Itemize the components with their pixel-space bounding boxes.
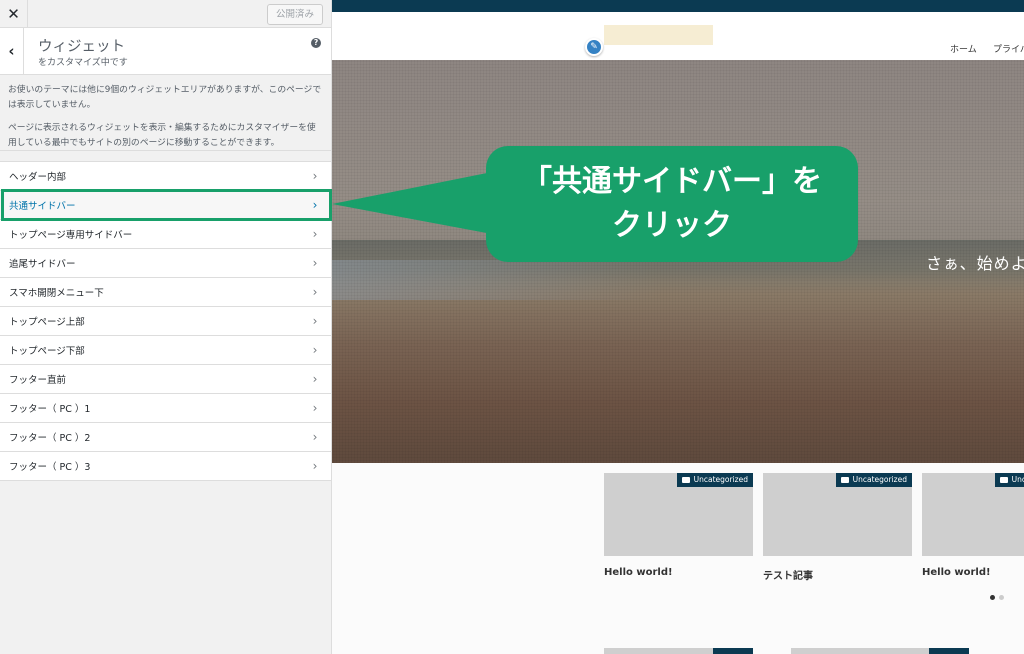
callout-pointer xyxy=(332,172,492,234)
widget-area-label: フッター（ PC ）1 xyxy=(9,404,91,415)
post-thumbnail[interactable]: Uncategorized xyxy=(922,473,1024,556)
widget-area-label: トップページ専用サイドバー xyxy=(9,230,133,241)
category-badge[interactable]: Uncategorized xyxy=(994,473,1024,487)
post-thumbnail[interactable] xyxy=(604,648,753,654)
widget-area-footer-pc-2[interactable]: フッター（ PC ）2 › xyxy=(0,423,331,452)
post-thumbnail[interactable]: Uncategorized xyxy=(604,473,753,556)
chevron-right-icon: › xyxy=(312,169,318,183)
widget-area-label: フッター（ PC ）3 xyxy=(9,462,91,473)
chevron-right-icon: › xyxy=(312,459,318,473)
folder-icon xyxy=(999,477,1008,483)
back-button[interactable]: ‹ xyxy=(0,28,24,74)
widget-area-label: トップページ上部 xyxy=(9,317,85,328)
site-header: ホーム プライバ xyxy=(332,12,1024,60)
chevron-right-icon: › xyxy=(312,227,318,241)
description-paragraph: ページに表示されるウィジェットを表示・編集するためにカスタマイザーを使用している… xyxy=(8,123,316,148)
widget-area-top-page-upper[interactable]: トップページ上部 › xyxy=(0,307,331,336)
category-badge xyxy=(713,648,753,654)
publish-button[interactable]: 公開済み xyxy=(266,4,323,25)
widget-area-label: ヘッダー内部 xyxy=(9,172,67,183)
hero-text: さぁ、始めよ xyxy=(926,254,1024,273)
chevron-right-icon: › xyxy=(312,314,318,328)
post-title[interactable]: テスト記事 xyxy=(763,567,912,582)
chevron-right-icon: › xyxy=(312,285,318,299)
post-card[interactable]: Uncategorized Hello world! xyxy=(922,473,1024,578)
widget-area-footer-pc-1[interactable]: フッター（ PC ）1 › xyxy=(0,394,331,423)
widget-area-label: トップページ下部 xyxy=(9,346,85,357)
post-title[interactable]: Hello world! xyxy=(604,567,753,578)
widget-area-label: スマホ開閉メニュー下 xyxy=(9,288,104,299)
section-title-bar: ‹ ウィジェット をカスタマイズ中です ? xyxy=(0,28,331,75)
category-badge[interactable]: Uncategorized xyxy=(835,473,912,487)
widget-area-label: 共通サイドバー xyxy=(9,201,76,212)
site-preview: ホーム プライバ ✎ さぁ、始めよ Uncategorized Hello wo… xyxy=(332,0,1024,654)
section-description: お使いのテーマには他に9個のウィジェットエリアがありますが、このページでは表示し… xyxy=(0,75,331,151)
callout-line-1: 「共通サイドバー」を xyxy=(522,164,822,199)
post-title[interactable]: Hello world! xyxy=(922,567,1024,578)
chevron-right-icon: › xyxy=(312,430,318,444)
post-thumbnail[interactable]: Uncategorized xyxy=(763,473,912,556)
section-heading: ウィジェット xyxy=(38,39,125,55)
site-logo[interactable] xyxy=(604,25,713,45)
folder-icon xyxy=(840,477,849,483)
edit-pencil-icon[interactable]: ✎ xyxy=(585,38,603,56)
site-top-bar xyxy=(332,0,1024,12)
close-customizer-button[interactable]: ✕ xyxy=(0,0,28,28)
carousel-dot[interactable] xyxy=(999,595,1004,600)
category-label: Uncategorized xyxy=(852,475,907,484)
chevron-right-icon: › xyxy=(312,256,318,270)
section-subtitle: をカスタマイズ中です xyxy=(38,58,128,68)
category-badge xyxy=(929,648,969,654)
category-label: Uncategorized xyxy=(1011,475,1024,484)
category-badge[interactable]: Uncategorized xyxy=(676,473,753,487)
widget-area-header-inner[interactable]: ヘッダー内部 › xyxy=(0,162,331,191)
panel-header: ✕ 公開済み xyxy=(0,0,331,28)
widget-area-mobile-menu-bottom[interactable]: スマホ開閉メニュー下 › xyxy=(0,278,331,307)
widget-area-top-page-sidebar[interactable]: トップページ専用サイドバー › xyxy=(0,220,331,249)
carousel-dot[interactable] xyxy=(990,595,995,600)
nav-link-privacy[interactable]: プライバ xyxy=(993,42,1024,55)
nav-link-home[interactable]: ホーム xyxy=(950,42,977,55)
widget-area-label: フッター直前 xyxy=(9,375,67,386)
widget-area-label: フッター（ PC ）2 xyxy=(9,433,91,444)
callout-line-2: クリック xyxy=(612,208,732,243)
help-icon[interactable]: ? xyxy=(311,38,321,48)
widget-area-sticky-sidebar[interactable]: 追尾サイドバー › xyxy=(0,249,331,278)
chevron-right-icon: › xyxy=(312,343,318,357)
post-card[interactable]: Uncategorized テスト記事 xyxy=(763,473,912,582)
widget-area-list: ヘッダー内部 › 共通サイドバー › トップページ専用サイドバー › 追尾サイドバー ›… xyxy=(0,161,331,481)
carousel-pagination xyxy=(990,589,1008,603)
chevron-right-icon: › xyxy=(312,372,318,386)
description-paragraph: お使いのテーマには他に9個のウィジェットエリアがありますが、このページでは表示し… xyxy=(8,85,322,110)
chevron-left-icon: ‹ xyxy=(8,42,15,60)
post-card[interactable]: Uncategorized Hello world! xyxy=(604,473,753,578)
widget-area-common-sidebar[interactable]: 共通サイドバー › xyxy=(0,191,331,220)
category-label: Uncategorized xyxy=(693,475,748,484)
folder-icon xyxy=(681,477,690,483)
widget-area-before-footer[interactable]: フッター直前 › xyxy=(0,365,331,394)
widget-area-label: 追尾サイドバー xyxy=(9,259,76,270)
callout-text: 「共通サイドバー」を クリック xyxy=(486,146,858,262)
post-thumbnail[interactable] xyxy=(791,648,969,654)
widget-area-footer-pc-3[interactable]: フッター（ PC ）3 › xyxy=(0,452,331,481)
chevron-right-icon: › xyxy=(312,198,318,212)
chevron-right-icon: › xyxy=(312,401,318,415)
callout-bubble: 「共通サイドバー」を クリック xyxy=(486,146,858,262)
widget-area-top-page-lower[interactable]: トップページ下部 › xyxy=(0,336,331,365)
customizer-panel: ✕ 公開済み ‹ ウィジェット をカスタマイズ中です ? お使いのテーマには他に… xyxy=(0,0,332,654)
